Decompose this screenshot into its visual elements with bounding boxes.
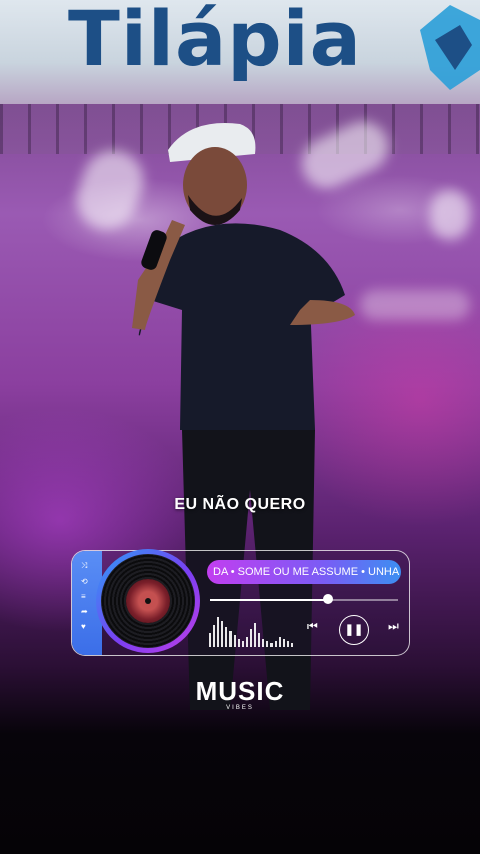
equalizer-bar (249, 629, 253, 647)
share-icon[interactable]: ➦ (81, 607, 88, 616)
vinyl-spindle (145, 598, 151, 604)
equalizer-bar (245, 637, 248, 647)
music-player-widget: ⤨ ⟲ ≡ ➦ ♥ DA • SOME OU ME ASSUME • UNHA … (71, 549, 410, 656)
track-title-pill: DA • SOME OU ME ASSUME • UNHA (207, 560, 401, 584)
stage-banner: Tilápia (0, 0, 480, 104)
equalizer-bar (254, 623, 257, 647)
brand-tagline: VIBES (226, 705, 254, 711)
equalizer-bar (278, 637, 281, 647)
equalizer-bar (213, 625, 216, 647)
equalizer-bar (221, 621, 224, 647)
list-icon[interactable]: ≡ (81, 592, 88, 601)
equalizer-bars (209, 615, 293, 647)
equalizer-bar (258, 633, 261, 647)
equalizer-bar (237, 639, 240, 647)
equalizer-bar (229, 631, 232, 647)
track-title: DA • SOME OU ME ASSUME • UNHA (213, 566, 400, 578)
equalizer-bar (262, 639, 265, 647)
repeat-icon[interactable]: ⟲ (81, 577, 88, 586)
equalizer-bar (282, 639, 285, 647)
equalizer-bar (241, 641, 244, 647)
equalizer-bar (286, 641, 289, 647)
banner-title: Tilápia (68, 0, 362, 83)
equalizer-bar (217, 617, 220, 647)
equalizer-bar (266, 641, 269, 647)
equalizer-bar (233, 635, 236, 647)
equalizer-bar (209, 633, 212, 647)
equalizer-bar (225, 627, 228, 647)
shuffle-icon[interactable]: ⤨ (81, 561, 88, 571)
video-frame: Tilápia EU NÃO QUERO ⤨ ⟲ ≡ ➦ ♥ DA • SOME… (0, 0, 480, 854)
next-button[interactable]: ⏭ (388, 619, 399, 634)
previous-button[interactable]: ⏮ (307, 619, 318, 634)
pause-button[interactable]: ❚❚ (339, 615, 369, 645)
lyric-caption: EU NÃO QUERO (174, 496, 306, 513)
brand-name: MUSIC (195, 676, 285, 706)
equalizer-bar (274, 641, 277, 647)
brand-logo: MUSIC VIBES (0, 676, 480, 711)
progress-fill (210, 599, 329, 601)
heart-icon[interactable]: ♥ (81, 622, 88, 631)
progress-knob[interactable] (323, 594, 334, 604)
progress-slider[interactable] (210, 594, 398, 604)
equalizer-bar (290, 643, 293, 647)
stage-light (430, 190, 470, 240)
vinyl-record-icon (101, 554, 195, 648)
fish-logo-icon (420, 5, 480, 90)
equalizer-bar (270, 643, 273, 647)
